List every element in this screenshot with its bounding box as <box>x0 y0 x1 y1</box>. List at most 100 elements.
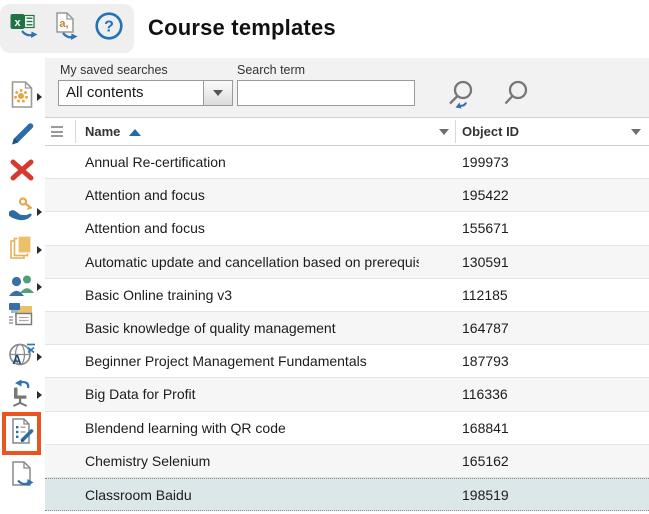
saved-searches-value: All contents <box>59 81 203 105</box>
search-icon <box>502 79 530 114</box>
cell-object-id: 199973 <box>462 146 509 178</box>
svg-text:a,: a, <box>59 18 68 30</box>
document-transfer-button[interactable] <box>7 462 37 492</box>
submenu-caret[interactable] <box>37 246 42 254</box>
column-header-object-id[interactable]: Object ID <box>462 118 519 146</box>
table-body: Annual Re-certification 199973 Attention… <box>45 146 649 511</box>
sidebar: A <box>0 58 45 514</box>
cell-name: Beginner Project Management Fundamentals <box>85 345 419 377</box>
table-row[interactable]: Attention and focus 155671 <box>45 212 649 245</box>
column-header-name-label: Name <box>85 124 120 139</box>
column-divider <box>455 120 456 143</box>
cell-name: Annual Re-certification <box>85 146 419 178</box>
new-template-icon <box>10 81 34 113</box>
column-divider <box>75 120 76 143</box>
table-row[interactable]: Beginner Project Management Fundamentals… <box>45 345 649 378</box>
cell-object-id: 155671 <box>462 212 509 244</box>
edit-button[interactable] <box>7 121 37 151</box>
participants-icon <box>8 272 36 303</box>
document-transfer-icon <box>10 461 34 494</box>
print-correspondence-button[interactable] <box>7 301 37 331</box>
table-row[interactable]: Classroom Baidu 198519 <box>45 478 649 511</box>
assign-permission-icon <box>7 196 37 228</box>
results-table: Name Object ID Annual Re-certification 1… <box>45 117 649 511</box>
search-reset-icon <box>445 77 479 116</box>
table-row[interactable]: Chemistry Selenium 165162 <box>45 445 649 478</box>
export-excel-button[interactable]: x <box>8 12 42 46</box>
cell-name: Automatic update and cancellation based … <box>85 246 419 278</box>
export-text-icon: a, <box>54 12 80 45</box>
search-reset-button[interactable] <box>443 78 481 114</box>
course-templates-window: x a, <box>0 0 649 514</box>
cell-object-id: 168841 <box>462 412 509 444</box>
template-checklist-edit-button-highlighted[interactable] <box>2 412 41 455</box>
sort-ascending-icon <box>129 129 141 136</box>
session-booking-icon <box>8 379 36 412</box>
submenu-caret[interactable] <box>37 208 42 216</box>
table-row[interactable]: Basic Online training v3 112185 <box>45 279 649 312</box>
name-filter-dropdown-icon[interactable] <box>439 129 449 135</box>
search-button[interactable] <box>497 78 535 114</box>
column-header-object-id-label: Object ID <box>462 124 519 139</box>
help-icon: ? <box>94 11 124 46</box>
submenu-caret[interactable] <box>37 93 42 101</box>
session-booking-button[interactable] <box>7 380 37 410</box>
submenu-caret[interactable] <box>37 353 42 361</box>
table-row[interactable]: Blendend learning with QR code 168841 <box>45 412 649 445</box>
translate-button[interactable]: A <box>7 342 37 372</box>
cell-name: Basic Online training v3 <box>85 279 419 311</box>
translate-icon: A <box>8 341 36 373</box>
table-header-row: Name Object ID <box>45 117 649 146</box>
cell-name: Attention and focus <box>85 179 419 211</box>
table-row[interactable]: Annual Re-certification 199973 <box>45 146 649 179</box>
delete-button[interactable] <box>7 157 37 187</box>
cell-object-id: 130591 <box>462 246 509 278</box>
saved-searches-dropdown-button[interactable] <box>203 81 232 105</box>
cell-name: Big Data for Profit <box>85 378 419 410</box>
search-term-label: Search term <box>237 63 305 77</box>
svg-text:?: ? <box>104 19 114 36</box>
filter-toolbar: My saved searches All contents Search te… <box>45 58 649 117</box>
edit-icon <box>9 121 35 152</box>
cell-object-id: 195422 <box>462 179 509 211</box>
table-row[interactable]: Basic knowledge of quality management 16… <box>45 312 649 345</box>
help-button[interactable]: ? <box>92 12 126 46</box>
cell-object-id: 187793 <box>462 345 509 377</box>
export-text-button[interactable]: a, <box>50 12 84 46</box>
chevron-down-icon <box>213 90 223 96</box>
assign-permission-button[interactable] <box>7 197 37 227</box>
cell-name: Attention and focus <box>85 212 419 244</box>
table-row[interactable]: Big Data for Profit 116336 <box>45 378 649 411</box>
cell-name: Chemistry Selenium <box>85 445 419 477</box>
cell-object-id: 116336 <box>462 378 508 410</box>
cell-name: Basic knowledge of quality management <box>85 312 419 344</box>
delete-icon <box>9 158 35 187</box>
svg-text:x: x <box>14 17 21 29</box>
svg-text:A: A <box>12 352 22 367</box>
table-row[interactable]: Attention and focus 195422 <box>45 179 649 212</box>
saved-searches-select[interactable]: All contents <box>58 80 233 106</box>
submenu-caret[interactable] <box>37 283 42 291</box>
template-checklist-edit-icon <box>9 418 35 449</box>
cell-object-id: 198519 <box>462 479 509 511</box>
cell-object-id: 165162 <box>462 445 509 477</box>
new-template-button[interactable] <box>7 82 37 112</box>
object-id-filter-dropdown-icon[interactable] <box>631 129 641 135</box>
header-icon-group: x a, <box>0 4 134 53</box>
table-row[interactable]: Automatic update and cancellation based … <box>45 246 649 279</box>
column-drag-handle-icon[interactable] <box>51 126 63 140</box>
copy-icon <box>9 235 35 266</box>
cell-object-id: 112185 <box>462 279 508 311</box>
copy-button[interactable] <box>7 235 37 265</box>
page-title: Course templates <box>148 15 336 41</box>
saved-searches-label: My saved searches <box>60 63 168 77</box>
export-excel-icon: x <box>10 12 40 45</box>
submenu-caret[interactable] <box>37 391 42 399</box>
cell-object-id: 164787 <box>462 312 509 344</box>
participants-button[interactable] <box>7 272 37 302</box>
column-header-name[interactable]: Name <box>85 118 141 146</box>
search-term-input[interactable] <box>237 80 415 106</box>
print-correspondence-icon <box>7 300 37 333</box>
cell-name: Blendend learning with QR code <box>85 412 419 444</box>
cell-name: Classroom Baidu <box>85 479 419 511</box>
